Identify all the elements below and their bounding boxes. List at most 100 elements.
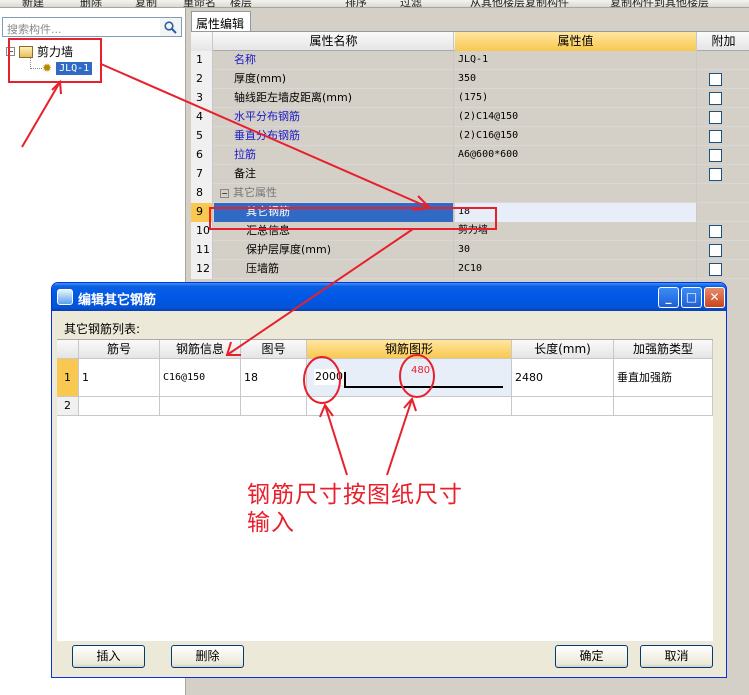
- property-row[interactable]: 1 名称 JLQ-1: [191, 51, 749, 70]
- toolbar-copy-to-floor[interactable]: 复制构件到其他楼层: [610, 0, 709, 7]
- add-cell: [698, 184, 749, 203]
- row-number: 6: [191, 146, 213, 165]
- search-button[interactable]: [160, 17, 182, 37]
- bar-shape-cell[interactable]: 2000 480: [307, 359, 512, 396]
- property-group[interactable]: − 其它属性: [214, 184, 454, 203]
- property-value[interactable]: (175): [455, 89, 697, 108]
- header-bar-shape: 钢筋图形: [307, 340, 512, 358]
- add-checkbox[interactable]: [709, 263, 722, 276]
- cancel-button[interactable]: 取消: [640, 645, 713, 668]
- toolbar-rename[interactable]: 重命名: [183, 0, 216, 7]
- add-cell: [698, 89, 749, 108]
- length-cell[interactable]: [512, 397, 614, 415]
- property-row[interactable]: 5 垂直分布钢筋 (2)C16@150: [191, 127, 749, 146]
- collapse-icon[interactable]: −: [220, 189, 229, 198]
- add-cell: [698, 127, 749, 146]
- property-row[interactable]: 10 汇总信息 剪力墙: [191, 222, 749, 241]
- add-checkbox[interactable]: [709, 168, 722, 181]
- close-button[interactable]: ✕: [704, 287, 725, 308]
- add-checkbox[interactable]: [709, 111, 722, 124]
- property-value[interactable]: 30: [455, 241, 697, 260]
- add-checkbox[interactable]: [709, 92, 722, 105]
- fig-no-cell[interactable]: 18: [241, 359, 307, 396]
- add-checkbox[interactable]: [709, 225, 722, 238]
- property-value[interactable]: (2)C14@150: [455, 108, 697, 127]
- row-number: 10: [191, 222, 213, 241]
- maximize-button[interactable]: □: [681, 287, 702, 308]
- property-value[interactable]: (2)C16@150: [455, 127, 697, 146]
- tree-node-shear-wall[interactable]: − 剪力墙: [6, 43, 73, 60]
- header-fig-no: 图号: [241, 340, 307, 358]
- add-cell: [698, 108, 749, 127]
- property-group-row[interactable]: 8 − 其它属性: [191, 184, 749, 203]
- minimize-button[interactable]: _: [658, 287, 679, 308]
- bar-no-cell[interactable]: [79, 397, 160, 415]
- add-checkbox[interactable]: [709, 149, 722, 162]
- property-value[interactable]: JLQ-1: [455, 51, 697, 70]
- collapse-icon[interactable]: −: [6, 47, 15, 56]
- property-value[interactable]: 350: [455, 70, 697, 89]
- add-checkbox[interactable]: [709, 73, 722, 86]
- property-row-selected[interactable]: 9 其它钢筋 18: [191, 203, 749, 222]
- delete-button[interactable]: 删除: [171, 645, 244, 668]
- toolbar-copy-from-floor[interactable]: 从其他楼层复制构件: [470, 0, 569, 7]
- rebar-row[interactable]: 2: [57, 397, 713, 416]
- property-row[interactable]: 11 保护层厚度(mm) 30: [191, 241, 749, 260]
- property-row[interactable]: 4 水平分布钢筋 (2)C14@150: [191, 108, 749, 127]
- bar-info-cell[interactable]: [160, 397, 241, 415]
- search-icon: [164, 20, 177, 34]
- rebar-row[interactable]: 1 1 C16@150 18 2000 480 2480 垂直加强筋: [57, 359, 713, 397]
- dialog-title-bar[interactable]: 编辑其它钢筋 _ □ ✕: [52, 283, 726, 311]
- reinforce-type-cell[interactable]: [614, 397, 713, 415]
- property-row[interactable]: 6 拉筋 A6@600*600: [191, 146, 749, 165]
- header-add: 附加: [711, 34, 736, 48]
- property-value[interactable]: 2C10: [455, 260, 697, 279]
- property-value[interactable]: A6@600*600: [455, 146, 697, 165]
- property-grid-header: 属性名称 属性值 附加: [191, 32, 749, 51]
- add-cell: [698, 241, 749, 260]
- toolbar-filter[interactable]: 过滤: [400, 0, 422, 7]
- row-number: 7: [191, 165, 213, 184]
- add-checkbox[interactable]: [709, 244, 722, 257]
- property-grid: 属性名称 属性值 附加 1 名称 JLQ-1 2 厚度(mm) 350 3 轴线…: [191, 31, 749, 279]
- search-input[interactable]: 搜索构件...: [2, 17, 162, 37]
- insert-button[interactable]: 插入: [72, 645, 145, 668]
- reinforce-type-cell[interactable]: 垂直加强筋: [614, 359, 713, 396]
- toolbar: 新建 删除 复制 重命名 楼层 排序 过滤 从其他楼层复制构件 复制构件到其他楼…: [0, 0, 749, 8]
- property-value[interactable]: [455, 165, 697, 184]
- add-cell: [698, 165, 749, 184]
- toolbar-floor[interactable]: 楼层: [230, 0, 252, 7]
- row-number: 1: [191, 51, 213, 70]
- property-name: 名称: [214, 51, 454, 70]
- row-number: 3: [191, 89, 213, 108]
- toolbar-copy[interactable]: 复制: [135, 0, 157, 7]
- property-name: 垂直分布钢筋: [214, 127, 454, 146]
- property-row[interactable]: 2 厚度(mm) 350: [191, 70, 749, 89]
- tree-child-label: JLQ-1: [56, 61, 93, 75]
- property-name: 保护层厚度(mm): [214, 241, 454, 260]
- bar-no-cell[interactable]: 1: [79, 359, 160, 396]
- property-value[interactable]: 剪力墙: [455, 222, 697, 241]
- add-checkbox[interactable]: [709, 130, 722, 143]
- add-cell: [698, 70, 749, 89]
- property-row[interactable]: 7 备注: [191, 165, 749, 184]
- tree-node-jlq1[interactable]: ✹ JLQ-1: [42, 61, 93, 75]
- fig-no-cell[interactable]: [241, 397, 307, 415]
- row-number: 9: [191, 203, 213, 222]
- ok-button[interactable]: 确定: [555, 645, 628, 668]
- tab-property-edit[interactable]: 属性编辑: [191, 11, 251, 31]
- shape-dim-2000[interactable]: 2000: [314, 369, 344, 385]
- property-value[interactable]: 18: [455, 203, 697, 222]
- bar-shape-cell[interactable]: [307, 397, 512, 415]
- toolbar-sort[interactable]: 排序: [345, 0, 367, 7]
- property-row[interactable]: 3 轴线距左墙皮距离(mm) (175): [191, 89, 749, 108]
- group-name: 其它属性: [233, 186, 277, 199]
- property-row[interactable]: 12 压墙筋 2C10: [191, 260, 749, 279]
- add-cell: [698, 222, 749, 241]
- bar-info-cell[interactable]: C16@150: [160, 359, 241, 396]
- property-name: 厚度(mm): [214, 70, 454, 89]
- app-icon: [57, 289, 73, 305]
- toolbar-new[interactable]: 新建: [22, 0, 44, 7]
- toolbar-delete[interactable]: 删除: [80, 0, 102, 7]
- length-cell[interactable]: 2480: [512, 359, 614, 396]
